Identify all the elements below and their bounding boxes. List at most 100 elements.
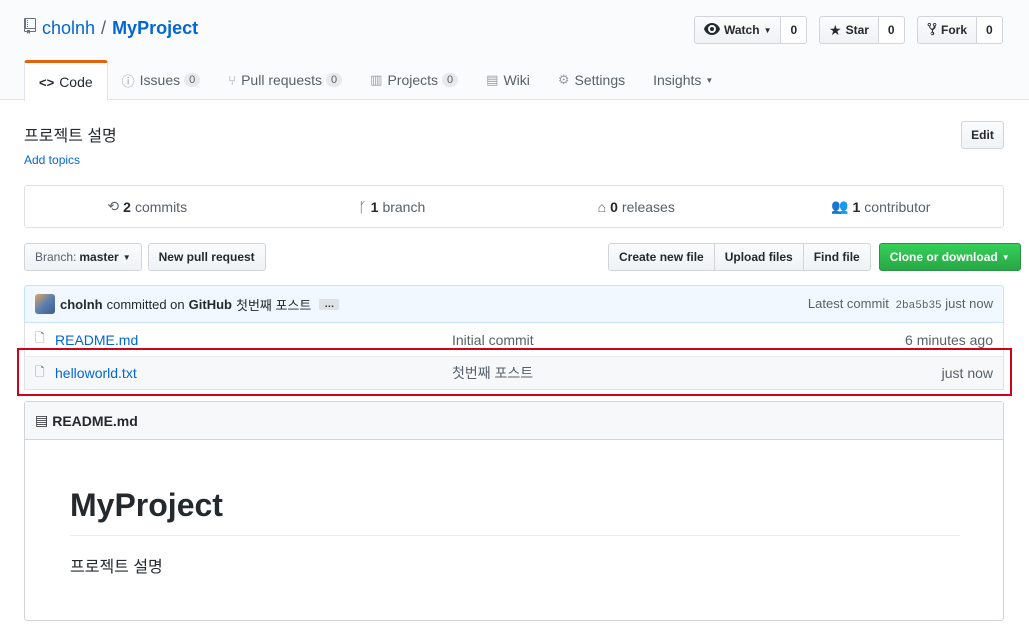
fork-button[interactable]: Fork [917,16,978,44]
repo-name-link[interactable]: MyProject [112,18,198,39]
tab-settings-label: Settings [574,72,626,88]
file-icon: 🗋 [35,364,45,379]
contributors-link[interactable]: 👥 1 contributor [759,186,1004,227]
readme-panel: ▤ README.md MyProject 프로젝트 설명 [24,401,1004,621]
file-actions: Create new file Upload files Find file C… [608,243,1021,271]
tab-settings[interactable]: ⚙ Settings [544,60,639,100]
file-commit-message[interactable]: Initial commit [452,332,905,348]
caret-down-icon: ▼ [705,75,714,85]
tab-pull-requests-counter: 0 [326,73,343,87]
watch-button[interactable]: Watch ▼ [694,16,782,44]
fork-group: Fork 0 [917,16,1003,44]
star-count[interactable]: 0 [878,16,905,44]
repo-separator: / [101,18,107,38]
latest-commit-label: Latest commit [807,296,889,311]
file-list: 🗋 README.md Initial commit 6 minutes ago… [24,323,1004,390]
star-group: ★ Star 0 [819,16,905,44]
watch-group: Watch ▼ 0 [694,16,808,44]
file-age: 6 minutes ago [905,331,993,348]
tag-icon: ⌂ [597,198,607,215]
create-new-file-button[interactable]: Create new file [608,243,715,271]
branch-select-button[interactable]: Branch: master ▼ [24,243,142,271]
readme-title: MyProject [70,487,223,523]
commit-sha-link[interactable]: 2ba5b35 [895,300,941,312]
tab-pull-requests-label: Pull requests [241,72,323,88]
commit-author[interactable]: cholnh [60,297,103,312]
repo-summary: ⟲ 2 commits ᚴ 1 branch ⌂ 0 releases 👥 1 … [24,185,1004,228]
repo-owner-link[interactable]: cholnh [42,18,95,39]
latest-commit-bar: cholnh committed on GitHub 첫번째 포스트 … Lat… [24,285,1004,323]
file-row: 🗋 README.md Initial commit 6 minutes ago [25,323,1003,356]
add-topics-link[interactable]: Add topics [24,153,80,167]
star-icon: ★ [829,21,842,38]
readme-header-label: README.md [52,412,138,429]
fork-icon [927,22,937,39]
caret-down-icon: ▼ [763,25,772,35]
eye-icon [704,22,720,38]
code-icon: <> [39,74,55,90]
repo-description: 프로젝트 설명 [24,128,117,145]
commits-label: commits [134,198,188,215]
branch-prefix: Branch: [35,250,77,264]
avatar[interactable] [35,294,55,314]
tab-projects-counter: 0 [442,73,459,87]
pull-request-icon: ⑂ [228,72,237,88]
commits-link[interactable]: ⟲ 2 commits [25,186,270,227]
tab-projects-label: Projects [387,72,439,88]
star-label: Star [845,23,869,37]
caret-down-icon: ▼ [1001,252,1010,262]
tab-wiki-label: Wiki [503,72,530,88]
commit-message[interactable]: 첫번째 포스트 [236,295,311,314]
readme-header: ▤ README.md [25,402,1003,440]
edit-button[interactable]: Edit [961,121,1004,149]
divider [70,535,960,536]
gear-icon: ⚙ [557,72,570,87]
branch-link[interactable]: ᚴ 1 branch [270,186,515,227]
caret-down-icon: ▼ [122,252,131,262]
commit-via: GitHub [188,296,232,312]
book-icon: ▤ [35,412,49,428]
tab-pull-requests[interactable]: ⑂ Pull requests 0 [214,60,356,100]
tab-issues-counter: 0 [184,73,201,87]
repo-title: cholnh / MyProject [24,18,198,39]
commit-text: committed on [106,296,185,312]
book-icon: ▤ [486,72,499,87]
contributor-count: 1 [852,198,861,215]
history-icon: ⟲ [107,198,120,214]
commits-count: 2 [123,198,131,215]
tab-issues[interactable]: ⓘ Issues 0 [108,60,215,100]
branch-count: 1 [370,198,379,215]
file-row: 🗋 helloworld.txt 첫번째 포스트 just now [25,356,1003,389]
releases-label: releases [621,198,675,215]
releases-link[interactable]: ⌂ 0 releases [514,186,759,227]
file-commit-message[interactable]: 첫번째 포스트 [452,363,942,383]
tab-code[interactable]: <> Code [24,60,108,101]
project-icon: ▥ [370,72,383,87]
clone-download-button[interactable]: Clone or download ▼ [878,243,1021,271]
tab-projects[interactable]: ▥ Projects 0 [356,60,472,100]
fork-count[interactable]: 0 [977,16,1003,44]
tab-wiki[interactable]: ▤ Wiki [472,60,544,100]
file-name-link[interactable]: README.md [55,332,452,348]
tab-code-label: Code [59,74,93,90]
watch-label: Watch [724,23,760,37]
file-age: just now [941,365,993,381]
commit-time: just now [945,296,993,311]
branch-value: master [79,250,119,264]
repo-header: cholnh / MyProject Watch ▼ 0 ★ Star 0 Fo… [0,0,1029,101]
expand-commit-button[interactable]: … [319,298,340,310]
fork-label: Fork [941,23,968,37]
file-name-link[interactable]: helloworld.txt [55,365,452,381]
branch-label: branch [382,198,426,215]
issue-icon: ⓘ [121,73,135,89]
star-button[interactable]: ★ Star [819,16,879,44]
watch-count[interactable]: 0 [781,16,808,44]
upload-files-button[interactable]: Upload files [714,243,804,271]
contributor-label: contributor [864,198,931,215]
file-icon: 🗋 [35,331,45,345]
readme-body: 프로젝트 설명 [70,559,163,576]
releases-count: 0 [610,198,618,215]
tab-insights[interactable]: Insights ▼ [639,60,727,100]
find-file-button[interactable]: Find file [803,243,871,271]
new-pull-request-button[interactable]: New pull request [147,243,266,271]
